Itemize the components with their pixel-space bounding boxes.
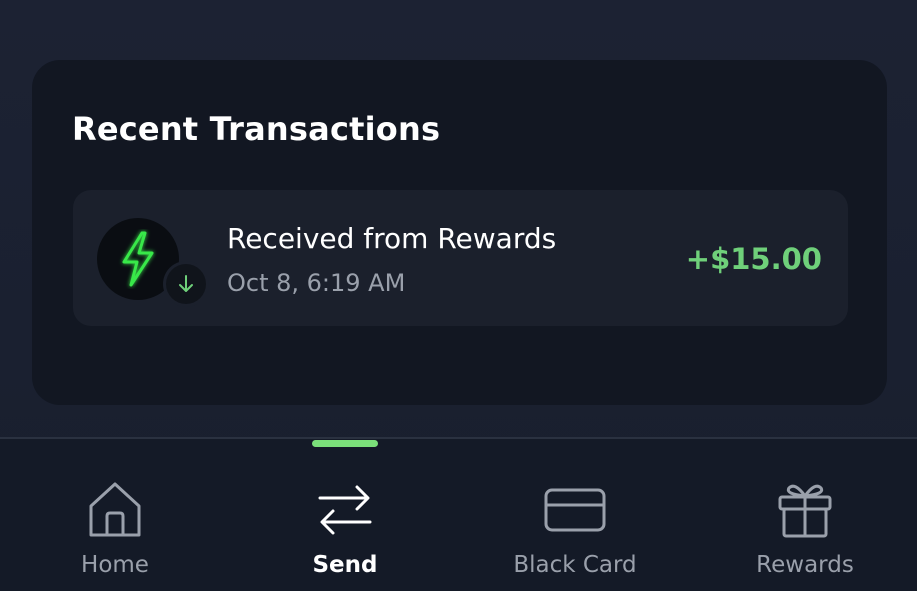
recent-transactions-card: Recent Transactions Received from Reward… [32,60,887,405]
section-title: Recent Transactions [72,110,441,148]
active-tab-indicator [312,440,378,447]
transaction-amount: +$15.00 [685,242,822,276]
transaction-date: Oct 8, 6:19 AM [227,269,406,297]
home-icon [89,482,141,537]
nav-label-home: Home [81,552,149,578]
transaction-row[interactable]: Received from Rewards Oct 8, 6:19 AM +$1… [73,190,848,326]
nav-item-rewards[interactable]: Rewards [705,478,905,588]
nav-item-home[interactable]: Home [15,478,215,588]
received-badge [163,261,209,307]
nav-item-send[interactable]: Send [245,478,445,588]
transfer-arrows-icon [318,485,372,535]
nav-item-black-card[interactable]: Black Card [475,478,675,588]
nav-label-black-card: Black Card [513,552,637,578]
arrow-down-icon [179,275,193,292]
gift-icon [778,484,832,538]
transaction-title: Received from Rewards [227,222,557,255]
nav-label-send: Send [312,552,378,578]
lightning-bolt-icon [122,231,154,287]
app-screen: Recent Transactions Received from Reward… [0,0,917,591]
card-icon [544,488,606,532]
nav-label-rewards: Rewards [756,552,854,578]
